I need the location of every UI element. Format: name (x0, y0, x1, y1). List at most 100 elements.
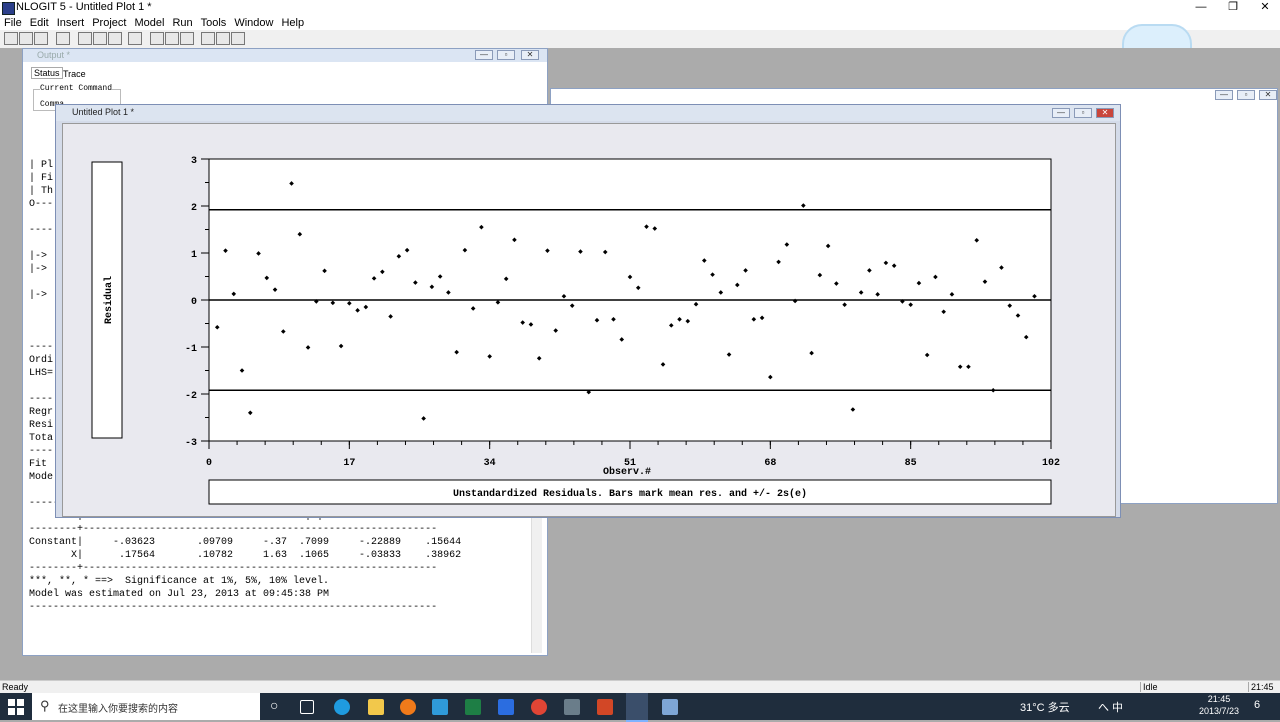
network-app-icon[interactable] (432, 699, 448, 715)
paste-icon[interactable] (108, 32, 122, 45)
plot-title: Untitled Plot 1 * (72, 107, 135, 117)
x-tick-label: 68 (764, 458, 776, 469)
clock-date[interactable]: 2013/7/23 (1197, 706, 1241, 716)
copy-icon[interactable] (93, 32, 107, 45)
status-state: Idle (1140, 682, 1243, 692)
window-icon[interactable] (201, 32, 215, 45)
record-icon[interactable] (150, 32, 164, 45)
messenger-icon[interactable] (498, 699, 514, 715)
menu-help[interactable]: Help (277, 16, 308, 30)
layout-icon[interactable] (216, 32, 230, 45)
plot-window[interactable]: Untitled Plot 1 * — ▫ ✕ Residual -3 -2 -1 0… (55, 104, 1121, 518)
y-tick-label: -2 (185, 391, 197, 402)
x-tick-label: 102 (1042, 458, 1060, 469)
notification-count[interactable]: 6 (1254, 699, 1260, 711)
tab-trace[interactable]: Trace (61, 69, 88, 79)
maximize-button[interactable]: ❐ (1218, 0, 1248, 15)
x-axis-label: Observ.# (603, 466, 651, 478)
output-line: Constant| -.03623 .09709 -.37 .7099 -.22… (29, 537, 462, 548)
tab-status[interactable]: Status (31, 67, 63, 79)
editor-maximize-icon[interactable]: ▫ (1237, 90, 1255, 100)
start-icon[interactable] (8, 699, 24, 715)
pause-icon[interactable] (180, 32, 194, 45)
plot-minimize-icon[interactable]: — (1052, 108, 1070, 118)
y-tick-label: 1 (191, 250, 197, 261)
menu-file[interactable]: File (0, 16, 26, 30)
editor-close-icon[interactable]: ✕ (1259, 90, 1277, 100)
print-icon[interactable] (56, 32, 70, 45)
notepad-icon[interactable] (662, 699, 678, 715)
plot-close-icon[interactable]: ✕ (1096, 108, 1114, 118)
minimize-button[interactable]: — (1186, 0, 1216, 15)
menu-bar: File Edit Insert Project Model Run Tools Window… (0, 15, 1280, 30)
output-line: X| .17564 .10782 1.63 .1065 -.03833 .389… (29, 550, 462, 561)
y-tick-label: -1 (185, 344, 197, 355)
chart-icon[interactable] (231, 32, 245, 45)
toolbar (0, 30, 1280, 49)
output-title: Output * (37, 50, 71, 60)
file-explorer-icon[interactable] (368, 699, 384, 715)
save-icon[interactable] (34, 32, 48, 45)
output-maximize-icon[interactable]: ▫ (497, 50, 515, 60)
clock-time[interactable]: 21:45 (1197, 694, 1241, 704)
taskbar-search[interactable]: ⚲ 在这里输入你要搜索的内容 (32, 693, 260, 720)
x-tick-label: 85 (905, 458, 917, 469)
menu-model[interactable]: Model (130, 16, 168, 30)
output-titlebar: Output * — ▫ ✕ (23, 49, 547, 62)
output-line: ***, **, * ==> Significance at 1%, 5%, 1… (29, 576, 330, 587)
plot-titlebar: Untitled Plot 1 * — ▫ ✕ (56, 105, 1120, 121)
search-app-icon[interactable] (400, 699, 416, 715)
y-tick-label: -3 (185, 438, 197, 449)
menu-project[interactable]: Project (88, 16, 130, 30)
output-line: ----------------------------------------… (29, 602, 438, 613)
close-button[interactable]: ✕ (1250, 0, 1280, 15)
task-view-icon[interactable] (300, 700, 314, 714)
output-close-icon[interactable]: ✕ (521, 50, 539, 60)
menu-edit[interactable]: Edit (26, 16, 53, 30)
chrome-icon[interactable] (531, 699, 547, 715)
current-command-label: Current Command (40, 84, 113, 93)
stop-icon[interactable] (165, 32, 179, 45)
tray-text[interactable]: へ 中 (1098, 699, 1123, 715)
cut-icon[interactable] (78, 32, 92, 45)
mdi-workspace: — ▫ ✕ Output * — ▫ ✕ Status Trace Curren… (0, 48, 1280, 680)
menu-tools[interactable]: Tools (197, 16, 231, 30)
output-line: Model was estimated on Jul 23, 2013 at 0… (29, 589, 330, 600)
new-icon[interactable] (4, 32, 18, 45)
excel-icon[interactable] (465, 699, 481, 715)
wechat-icon[interactable] (564, 699, 580, 715)
menu-insert[interactable]: Insert (53, 16, 89, 30)
cortana-icon[interactable]: ○ (270, 697, 278, 713)
output-line: --------+-------------------------------… (29, 563, 438, 574)
taskbar: ⚲ 在这里输入你要搜索的内容 ○ 31°C 多云 へ 中 21:45 2013/… (0, 693, 1280, 722)
output-minimize-icon[interactable]: — (475, 50, 493, 60)
status-ready: Ready (2, 682, 29, 692)
editor-minimize-icon[interactable]: — (1215, 90, 1233, 100)
nlogit-taskbar-icon[interactable] (626, 693, 648, 722)
menu-run[interactable]: Run (168, 16, 196, 30)
output-line: --------+-------------------------------… (29, 524, 438, 535)
open-icon[interactable] (19, 32, 33, 45)
run-icon[interactable] (128, 32, 142, 45)
residual-chart: Residual -3-2-101230 17 34 51 68 85 102 Observ… (91, 156, 1060, 505)
search-placeholder: 在这里输入你要搜索的内容 (58, 704, 178, 715)
status-bar: Ready Idle 21:45 (0, 680, 1280, 694)
weather-text[interactable]: 31°C 多云 (1020, 699, 1070, 715)
plot-caption: Unstandardized Residuals. Bars mark mean… (453, 488, 807, 500)
y-axis-label: Residual (103, 276, 115, 324)
plot-maximize-icon[interactable]: ▫ (1074, 108, 1092, 118)
y-tick-label: 3 (191, 156, 197, 167)
window-title: NLOGIT 5 - Untitled Plot 1 * (16, 1, 152, 13)
y-tick-label: 0 (191, 297, 197, 308)
menu-window[interactable]: Window (230, 16, 277, 30)
x-tick-label: 34 (484, 458, 496, 469)
search-icon: ⚲ (40, 698, 50, 713)
plot-area: Residual -3 -2 -1 0 1 2 3 0 17 34 51 68 85 102 Observ… (62, 123, 1116, 517)
app-icon (2, 2, 15, 15)
window-titlebar: NLOGIT 5 - Untitled Plot 1 * — ❐ ✕ (0, 0, 1280, 15)
powerpoint-icon[interactable] (597, 699, 613, 715)
x-tick-label: 0 (206, 458, 212, 469)
status-time: 21:45 (1248, 682, 1274, 692)
edge-icon[interactable] (334, 699, 350, 715)
x-tick-label: 17 (343, 458, 355, 469)
